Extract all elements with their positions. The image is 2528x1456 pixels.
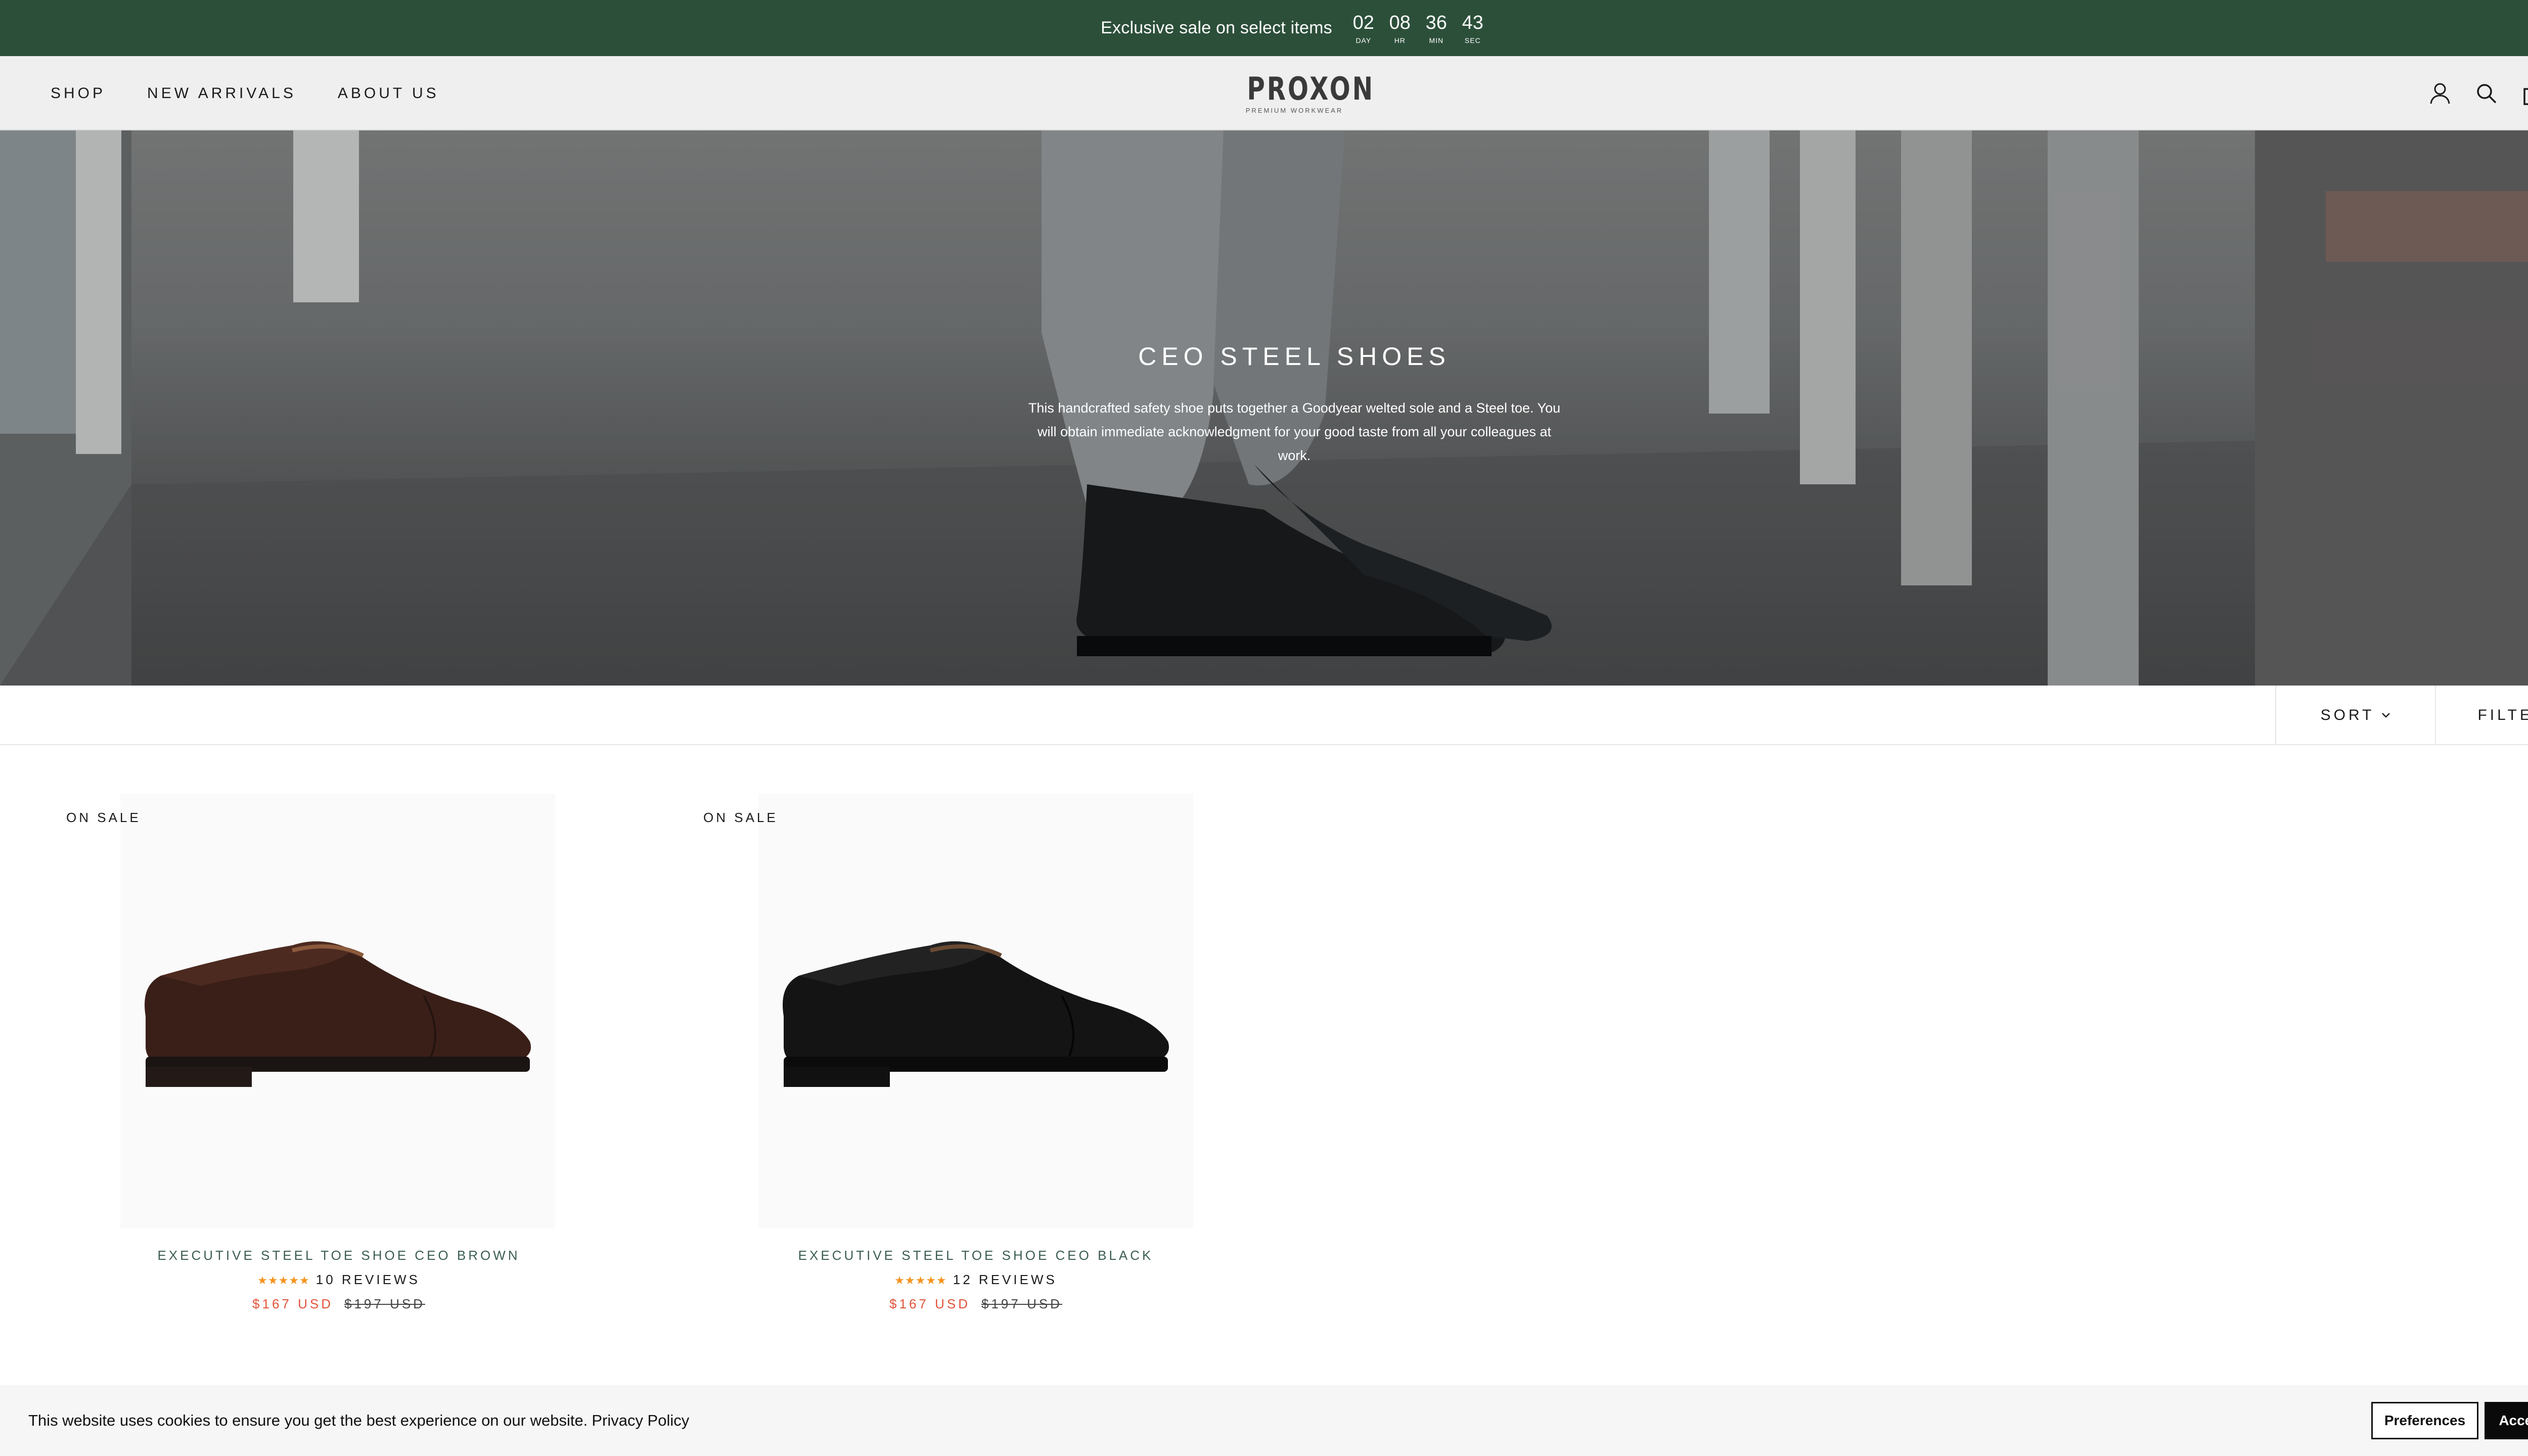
countdown-value: 08 xyxy=(1389,12,1411,33)
on-sale-badge: ON SALE xyxy=(703,810,778,825)
product-title[interactable]: EXECUTIVE STEEL TOE SHOE CEO BROWN xyxy=(0,1248,678,1263)
countdown-seconds: 43 SEC xyxy=(1458,9,1488,48)
search-icon[interactable] xyxy=(2474,81,2499,106)
chevron-down-icon xyxy=(2382,713,2390,718)
hero-content: CEO STEEL SHOES This handcrafted safety … xyxy=(0,342,2528,468)
nav-shop[interactable]: SHOP xyxy=(51,85,106,102)
shoe-brown-image xyxy=(145,941,531,1087)
announcement-bar: Exclusive sale on select items 02 DAY 08… xyxy=(0,0,2528,56)
product-image[interactable] xyxy=(758,794,1193,1228)
logo-tagline: PREMIUM WORKWEAR xyxy=(1245,107,1343,114)
countdown-value: 36 xyxy=(1425,12,1447,33)
announcement-message: Exclusive sale on select items xyxy=(1101,18,1332,37)
nav-about-us[interactable]: ABOUT US xyxy=(338,85,439,102)
cookie-text: This website uses cookies to ensure you … xyxy=(28,1412,588,1429)
on-sale-badge: ON SALE xyxy=(66,810,141,825)
countdown-days: 02 DAY xyxy=(1348,9,1379,48)
product-rating: ★★★★★ 12 REVIEWS xyxy=(637,1272,1315,1288)
product-card[interactable]: ON SALE EXECUTIVE STEEL TOE SHOE CEO BLA… xyxy=(637,794,1274,1325)
compare-price: $197 USD xyxy=(344,1296,425,1311)
cart-icon[interactable] xyxy=(2521,81,2528,106)
countdown-label: HR xyxy=(1394,36,1406,44)
countdown-value: 02 xyxy=(1352,12,1374,33)
cookie-banner: This website uses cookies to ensure you … xyxy=(0,1385,2528,1456)
main-nav: SHOP NEW ARRIVALS ABOUT US xyxy=(51,56,439,130)
collection-toolbar: SORT FILTER xyxy=(0,686,2528,745)
cookie-message: This website uses cookies to ensure you … xyxy=(28,1385,689,1456)
preferences-button[interactable]: Preferences xyxy=(2371,1402,2478,1439)
product-image[interactable] xyxy=(120,794,555,1228)
countdown-label: DAY xyxy=(1356,36,1372,44)
collection-description: This handcrafted safety shoe puts togeth… xyxy=(1028,400,1561,463)
countdown-value: 43 xyxy=(1462,12,1483,33)
countdown-hours: 08 HR xyxy=(1385,9,1415,48)
sort-label: SORT xyxy=(2320,707,2375,723)
nav-new-arrivals[interactable]: NEW ARRIVALS xyxy=(147,85,296,102)
product-price: $167 USD $197 USD xyxy=(0,1296,678,1312)
account-icon[interactable] xyxy=(2428,81,2452,106)
star-rating-icon: ★★★★★ xyxy=(257,1274,310,1287)
countdown-label: MIN xyxy=(1429,36,1444,44)
compare-price: $197 USD xyxy=(981,1296,1062,1311)
sale-price: $167 USD xyxy=(889,1296,970,1311)
site-header: SHOP NEW ARRIVALS ABOUT US PROXON PREMIU… xyxy=(0,56,2528,130)
product-price: $167 USD $197 USD xyxy=(637,1296,1315,1312)
product-title[interactable]: EXECUTIVE STEEL TOE SHOE CEO BLACK xyxy=(637,1248,1315,1263)
countdown-timer: 02 DAY 08 HR 36 MIN 43 SEC xyxy=(1348,9,1488,48)
sale-price: $167 USD xyxy=(252,1296,333,1311)
logo-wordmark: PROXON xyxy=(1247,70,1375,107)
header-icons xyxy=(2428,56,2528,130)
shoe-black-image xyxy=(783,941,1169,1087)
product-rating: ★★★★★ 10 REVIEWS xyxy=(0,1272,678,1288)
collection-title: CEO STEEL SHOES xyxy=(1138,342,1451,371)
site-logo[interactable]: PROXON PREMIUM WORKWEAR xyxy=(1234,70,1375,115)
accept-button[interactable]: Accept xyxy=(2485,1402,2528,1439)
hero-banner: CEO STEEL SHOES This handcrafted safety … xyxy=(0,130,2528,686)
sort-button[interactable]: SORT xyxy=(2275,686,2435,745)
star-rating-icon: ★★★★★ xyxy=(894,1274,947,1287)
countdown-label: SEC xyxy=(1464,36,1481,44)
filter-label: FILTER xyxy=(2477,707,2528,723)
privacy-policy-link[interactable]: Privacy Policy xyxy=(592,1412,689,1430)
review-count: 10 REVIEWS xyxy=(315,1272,420,1287)
filter-button[interactable]: FILTER xyxy=(2435,686,2528,745)
countdown-minutes: 36 MIN xyxy=(1421,9,1452,48)
product-card[interactable]: ON SALE EXECUTIVE STEEL TOE SHOE CEO BRO… xyxy=(0,794,637,1325)
review-count: 12 REVIEWS xyxy=(953,1272,1057,1287)
